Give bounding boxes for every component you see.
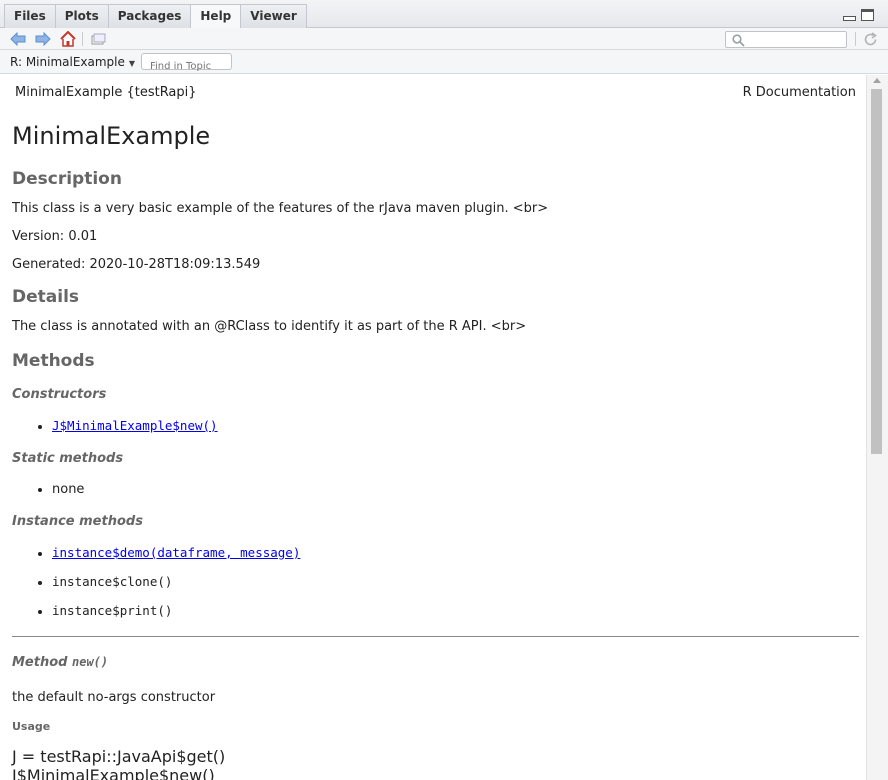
window-controls	[843, 9, 874, 21]
static-methods-heading: Static methods	[12, 451, 124, 466]
pane-tab-bar: Files Plots Packages Help Viewer	[0, 0, 888, 29]
instance-methods-list: instance$demo(dataframe, message) instan…	[52, 545, 859, 620]
usage-line: J = testRapi::JavaApi$get()	[12, 747, 226, 766]
help-search-box[interactable]	[725, 31, 847, 48]
topic-history-label: R: MinimalExample	[10, 55, 125, 69]
home-icon[interactable]	[60, 31, 76, 47]
list-item: instance$print()	[52, 603, 859, 620]
list-item: none	[52, 482, 859, 498]
chevron-down-icon: ▼	[128, 58, 136, 68]
tab-plots[interactable]: Plots	[54, 4, 109, 28]
refresh-icon[interactable]	[862, 31, 878, 47]
help-content: MinimalExample {testRapi} R Documentatio…	[0, 75, 866, 780]
tab-packages[interactable]: Packages	[107, 4, 192, 28]
scroll-up-arrow-icon[interactable]	[873, 78, 881, 83]
help-search-input[interactable]	[746, 32, 844, 47]
constructor-link[interactable]: J$MinimalExample$new()	[52, 418, 218, 433]
usage-heading: Usage	[12, 720, 51, 733]
topic-bar: R: MinimalExample ▼	[0, 50, 888, 74]
doc-body: MinimalExample Description This class is…	[12, 122, 859, 780]
topic-history-dropdown[interactable]: R: MinimalExample ▼	[10, 55, 135, 69]
constructors-list: J$MinimalExample$new()	[52, 418, 859, 435]
find-in-topic-box[interactable]	[141, 53, 232, 74]
help-toolbar	[0, 28, 888, 50]
section-divider	[12, 636, 859, 637]
find-in-topic-input[interactable]	[142, 59, 231, 74]
list-item: instance$demo(dataframe, message)	[52, 545, 859, 562]
list-item: instance$clone()	[52, 574, 859, 591]
usage-line: J$MinimalExample$new()	[12, 766, 215, 780]
tab-help[interactable]: Help	[190, 4, 242, 29]
minimize-pane-button[interactable]	[843, 16, 856, 21]
search-icon	[730, 32, 746, 48]
instance-method-text: instance$clone()	[52, 574, 173, 589]
page-title: MinimalExample	[12, 122, 211, 150]
instance-method-link[interactable]: instance$demo(dataframe, message)	[52, 545, 300, 560]
description-text: This class is a very basic example of th…	[12, 201, 549, 216]
doc-header: MinimalExample {testRapi} R Documentatio…	[15, 85, 856, 100]
instance-method-text: instance$print()	[52, 603, 173, 618]
pane-tabs: Files Plots Packages Help Viewer	[4, 4, 307, 29]
details-heading: Details	[12, 287, 80, 307]
popout-icon[interactable]	[90, 31, 106, 47]
tab-files[interactable]: Files	[4, 4, 56, 28]
forward-arrow-icon[interactable]	[35, 31, 51, 47]
method-heading-name: new()	[72, 655, 109, 669]
back-arrow-icon[interactable]	[10, 31, 26, 47]
description-heading: Description	[12, 169, 122, 189]
toolbar-separator	[855, 32, 856, 46]
method-heading-prefix: Method	[12, 655, 68, 670]
details-text: The class is annotated with an @RClass t…	[12, 319, 527, 334]
doc-package-label: MinimalExample {testRapi}	[15, 85, 197, 100]
usage-code: J = testRapi::JavaApi$get() J$MinimalExa…	[12, 747, 859, 780]
methods-heading: Methods	[12, 351, 95, 371]
method-heading: Method new()	[12, 655, 859, 670]
version-text: Version: 0.01	[12, 229, 98, 244]
toolbar-separator	[82, 32, 83, 46]
content-scrollbar[interactable]	[866, 75, 888, 780]
list-item: J$MinimalExample$new()	[52, 418, 859, 435]
method-description: the default no-args constructor	[12, 690, 216, 705]
instance-methods-heading: Instance methods	[12, 514, 143, 529]
static-methods-list: none	[52, 482, 859, 498]
constructors-heading: Constructors	[12, 387, 107, 402]
maximize-pane-button[interactable]	[861, 9, 874, 21]
scrollbar-thumb[interactable]	[871, 89, 882, 454]
doc-source-label: R Documentation	[742, 85, 856, 100]
tab-viewer[interactable]: Viewer	[240, 4, 307, 28]
generated-text: Generated: 2020-10-28T18:09:13.549	[12, 257, 261, 272]
